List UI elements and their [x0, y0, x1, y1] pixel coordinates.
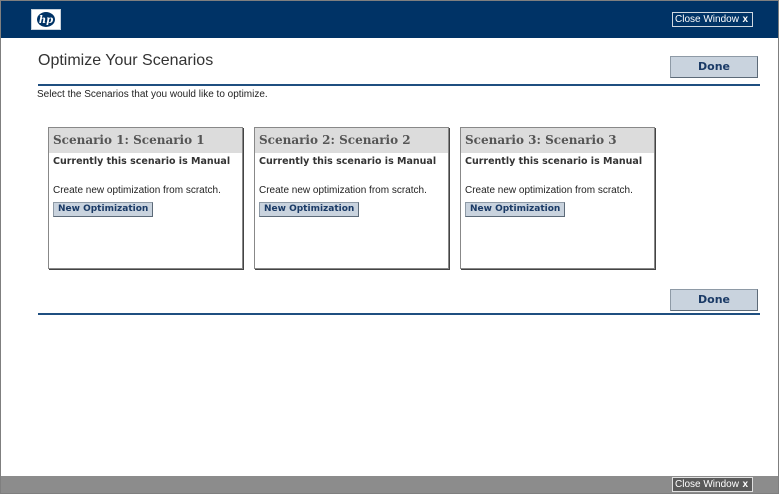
- svg-text:hp: hp: [39, 15, 53, 26]
- close-x-icon: x: [742, 14, 748, 25]
- scenario-card-status: Currently this scenario is Manual: [465, 156, 643, 167]
- scenario-card-title: Scenario 3: Scenario 3: [461, 128, 654, 153]
- new-optimization-button[interactable]: New Optimization: [465, 202, 566, 217]
- popup-window: hp Close Window x Optimize Your Scenario…: [0, 0, 779, 494]
- header-bar: hp Close Window x: [1, 1, 778, 38]
- scenario-card-title: Scenario 2: Scenario 2: [255, 128, 448, 153]
- scenario-card-3: Scenario 3: Scenario 3 Currently this sc…: [460, 127, 655, 269]
- new-optimization-button[interactable]: New Optimization: [259, 202, 360, 217]
- scenario-card-title: Scenario 1: Scenario 1: [49, 128, 242, 153]
- footer-divider: [38, 313, 760, 315]
- scenario-card-description: Create new optimization from scratch.: [259, 185, 427, 196]
- new-optimization-button[interactable]: New Optimization: [53, 202, 154, 217]
- hp-logo: hp: [31, 9, 61, 30]
- close-window-label: Close Window: [675, 14, 739, 25]
- scenario-card-2: Scenario 2: Scenario 2 Currently this sc…: [254, 127, 449, 269]
- close-x-icon: x: [742, 479, 748, 490]
- title-divider: [38, 84, 760, 86]
- footer-bar: Close Window x: [1, 476, 778, 493]
- hp-logo-icon: hp: [37, 12, 55, 27]
- scenario-card-status: Currently this scenario is Manual: [53, 156, 231, 167]
- instructions-text: Select the Scenarios that you would like…: [37, 89, 268, 100]
- scenario-card-description: Create new optimization from scratch.: [53, 185, 221, 196]
- close-window-button-bottom[interactable]: Close Window x: [672, 477, 753, 492]
- scenario-card-1: Scenario 1: Scenario 1 Currently this sc…: [48, 127, 243, 269]
- done-button-top[interactable]: Done: [670, 56, 758, 78]
- done-button-bottom[interactable]: Done: [670, 289, 758, 311]
- scenario-card-status: Currently this scenario is Manual: [259, 156, 437, 167]
- page-title: Optimize Your Scenarios: [38, 52, 214, 69]
- close-window-button[interactable]: Close Window x: [672, 12, 753, 27]
- close-window-label: Close Window: [675, 479, 739, 490]
- scenario-card-description: Create new optimization from scratch.: [465, 185, 633, 196]
